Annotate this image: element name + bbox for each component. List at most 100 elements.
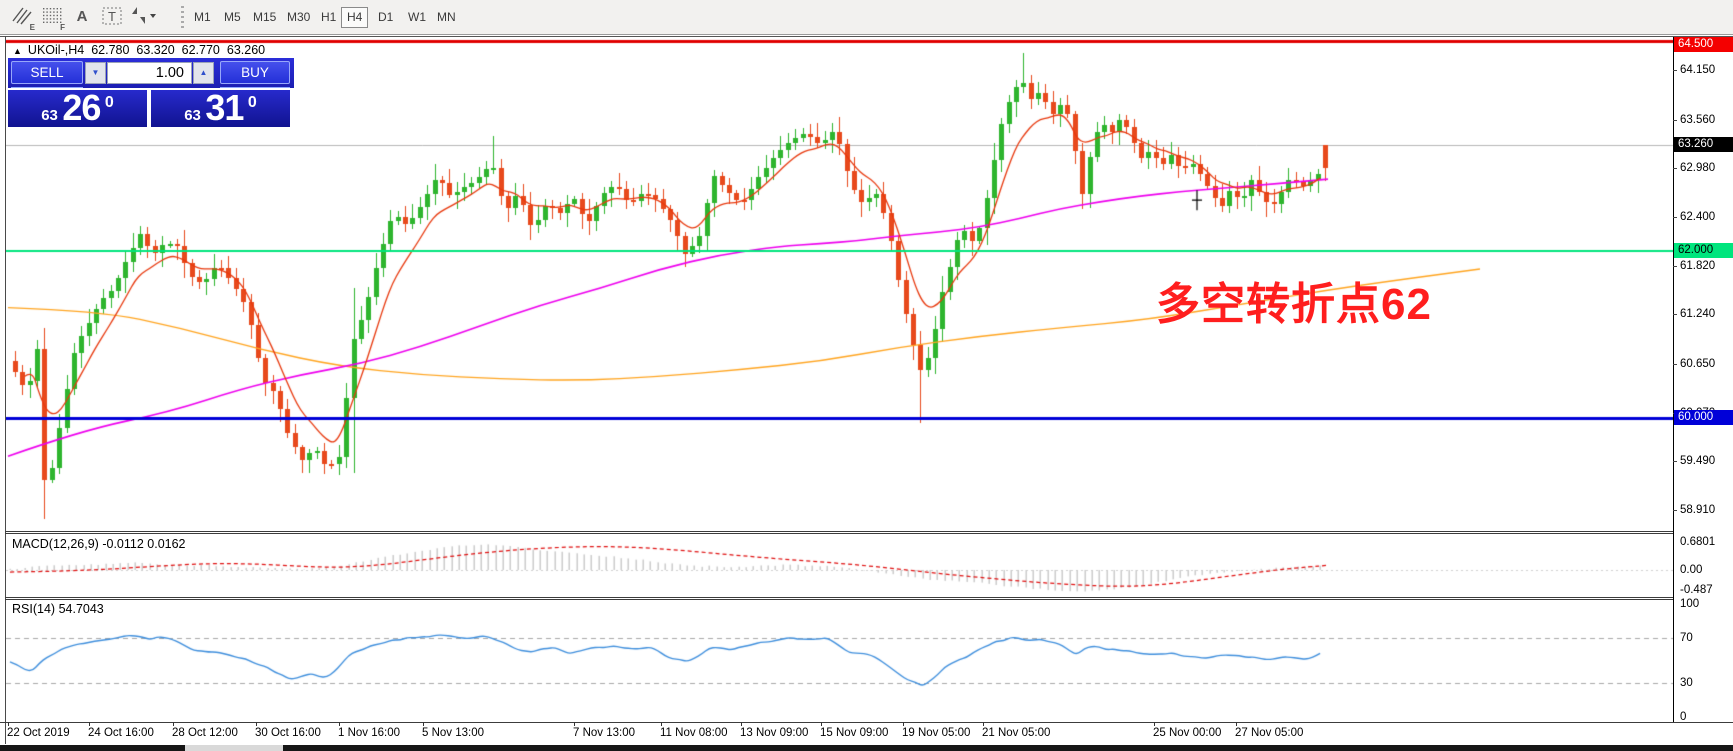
timeframe-button-h4[interactable]: H4 xyxy=(341,7,368,28)
time-axis-label: 7 Nov 13:00 xyxy=(573,727,635,739)
chart-tab-strip[interactable] xyxy=(0,745,185,751)
macd-indicator-canvas[interactable] xyxy=(6,534,1673,596)
chart-tab-strip[interactable] xyxy=(283,745,1733,751)
timeframe-button-m1[interactable]: M1 xyxy=(188,7,217,28)
time-axis-label: 11 Nov 08:00 xyxy=(660,727,728,739)
time-axis-tickmark xyxy=(903,722,904,726)
price-level-badge: 60.000 xyxy=(1674,410,1733,425)
toolbar-separator xyxy=(181,6,184,29)
time-axis-label: 25 Nov 00:00 xyxy=(1153,727,1221,739)
sell-price-sup: 0 xyxy=(105,94,114,111)
chart-tab-active[interactable] xyxy=(185,745,283,751)
time-axis-label: 5 Nov 13:00 xyxy=(422,727,484,739)
price-axis-tickmark xyxy=(1673,120,1677,121)
time-axis-tickmark xyxy=(339,722,340,726)
price-axis-tick: 61.820 xyxy=(1680,259,1715,273)
macd-values: -0.0112 0.0162 xyxy=(102,537,185,551)
svg-text:T: T xyxy=(108,9,116,24)
time-axis-label: 21 Nov 05:00 xyxy=(982,727,1050,739)
timeframe-button-m30[interactable]: M30 xyxy=(281,7,316,28)
text-box-tool-icon[interactable]: T xyxy=(98,4,125,31)
time-axis-tickmark xyxy=(741,722,742,726)
panel-separator[interactable] xyxy=(5,597,1674,598)
time-axis-label: 1 Nov 16:00 xyxy=(338,727,400,739)
timeframe-button-mn[interactable]: MN xyxy=(431,7,462,28)
price-axis-tick: 61.240 xyxy=(1680,307,1715,321)
sell-underline xyxy=(11,87,83,88)
time-axis-tickmark xyxy=(89,722,90,726)
price-level-badge: 62.000 xyxy=(1674,243,1733,258)
panel-separator[interactable] xyxy=(5,531,1674,532)
price-axis-tick: 62.400 xyxy=(1680,210,1715,224)
toolbar: EFAT M1M5M15M30H1H4D1W1MN xyxy=(0,0,1733,35)
timeframe-button-m5[interactable]: M5 xyxy=(218,7,247,28)
time-axis-tickmark xyxy=(1154,722,1155,726)
time-axis-tickmark xyxy=(173,722,174,726)
time-axis-tickmark xyxy=(661,722,662,726)
text-label-tool-icon[interactable]: A xyxy=(68,4,95,31)
time-axis-tickmark xyxy=(574,722,575,726)
price-axis-tick: 64.150 xyxy=(1680,63,1715,77)
sell-price-big: 26 xyxy=(62,87,100,128)
time-axis-label: 15 Nov 09:00 xyxy=(820,727,888,739)
price-level-badge: 64.500 xyxy=(1674,37,1733,52)
rsi-indicator-canvas[interactable] xyxy=(6,600,1673,722)
time-axis-label: 27 Nov 05:00 xyxy=(1235,727,1303,739)
buy-price-prefix: 63 xyxy=(184,107,201,124)
price-axis-tickmark xyxy=(1673,510,1677,511)
volume-decrease-button[interactable]: ▼ xyxy=(85,62,106,84)
buy-price-sup: 0 xyxy=(248,94,257,111)
volume-input[interactable] xyxy=(107,62,192,84)
one-click-trading-panel: SELL ▼ ▲ BUY 63 26 0 63 31 0 xyxy=(8,58,294,127)
price-level-badge: 63.260 xyxy=(1674,137,1733,152)
fibonacci-grid-tool-icon[interactable]: F xyxy=(38,4,65,31)
volume-increase-button[interactable]: ▲ xyxy=(193,62,214,84)
price-axis-tickmark xyxy=(1673,217,1677,218)
chart-ohlc-header: ▲UKOil-,H462.78063.32062.77063.260 xyxy=(13,43,272,57)
sell-price-display[interactable]: 63 26 0 xyxy=(8,90,147,127)
time-axis-label: 24 Oct 16:00 xyxy=(88,727,154,739)
time-axis-tickmark xyxy=(423,722,424,726)
price-axis-tickmark xyxy=(1673,314,1677,315)
timeframe-button-w1[interactable]: W1 xyxy=(402,7,432,28)
trendlines-tool-icon[interactable]: E xyxy=(8,4,35,31)
macd-name: MACD(12,26,9) xyxy=(12,537,99,551)
buy-underline xyxy=(220,87,290,88)
time-axis-label: 22 Oct 2019 xyxy=(7,727,70,739)
rsi-axis-tick: 0 xyxy=(1680,710,1686,724)
buy-price-display[interactable]: 63 31 0 xyxy=(151,90,290,127)
time-axis-border xyxy=(0,722,1733,723)
macd-axis-tick: 0.6801 xyxy=(1680,535,1715,549)
timeframe-button-h1[interactable]: H1 xyxy=(315,7,342,28)
arrows-tool-icon[interactable] xyxy=(128,4,155,31)
time-axis-tickmark xyxy=(8,722,9,726)
open-value: 62.780 xyxy=(91,43,129,57)
panel-separator xyxy=(5,599,1674,600)
time-axis-label: 30 Oct 16:00 xyxy=(255,727,321,739)
panel-separator xyxy=(5,533,1674,534)
macd-axis-tick: -0.487 xyxy=(1680,583,1713,597)
price-axis-tickmark xyxy=(1673,70,1677,71)
buy-button[interactable]: BUY xyxy=(220,61,290,84)
price-axis-tick: 59.490 xyxy=(1680,454,1715,468)
chart-text-annotation[interactable]: 多空转折点62 xyxy=(1156,268,1432,332)
rsi-value: 54.7043 xyxy=(59,602,104,616)
timeframe-button-d1[interactable]: D1 xyxy=(372,7,399,28)
low-value: 62.770 xyxy=(182,43,220,57)
price-axis-tick: 58.910 xyxy=(1680,503,1715,517)
rsi-axis-tick: 100 xyxy=(1680,597,1699,611)
sell-price-prefix: 63 xyxy=(41,107,58,124)
buy-price-big: 31 xyxy=(205,87,243,128)
price-axis-tickmark xyxy=(1673,461,1677,462)
trading-platform-window: EFAT M1M5M15M30H1H4D1W1MN ▲UKOil-,H462.7… xyxy=(0,0,1733,751)
macd-axis-tick: 0.00 xyxy=(1680,563,1702,577)
time-axis-label: 19 Nov 05:00 xyxy=(902,727,970,739)
sell-button[interactable]: SELL xyxy=(11,61,83,84)
time-axis-label: 28 Oct 12:00 xyxy=(172,727,238,739)
price-axis-tick: 63.560 xyxy=(1680,113,1715,127)
timeframe-button-m15[interactable]: M15 xyxy=(247,7,282,28)
time-axis-label: 13 Nov 09:00 xyxy=(740,727,808,739)
time-axis-tickmark xyxy=(821,722,822,726)
rsi-name: RSI(14) xyxy=(12,602,55,616)
collapse-panel-icon[interactable]: ▲ xyxy=(13,46,22,56)
